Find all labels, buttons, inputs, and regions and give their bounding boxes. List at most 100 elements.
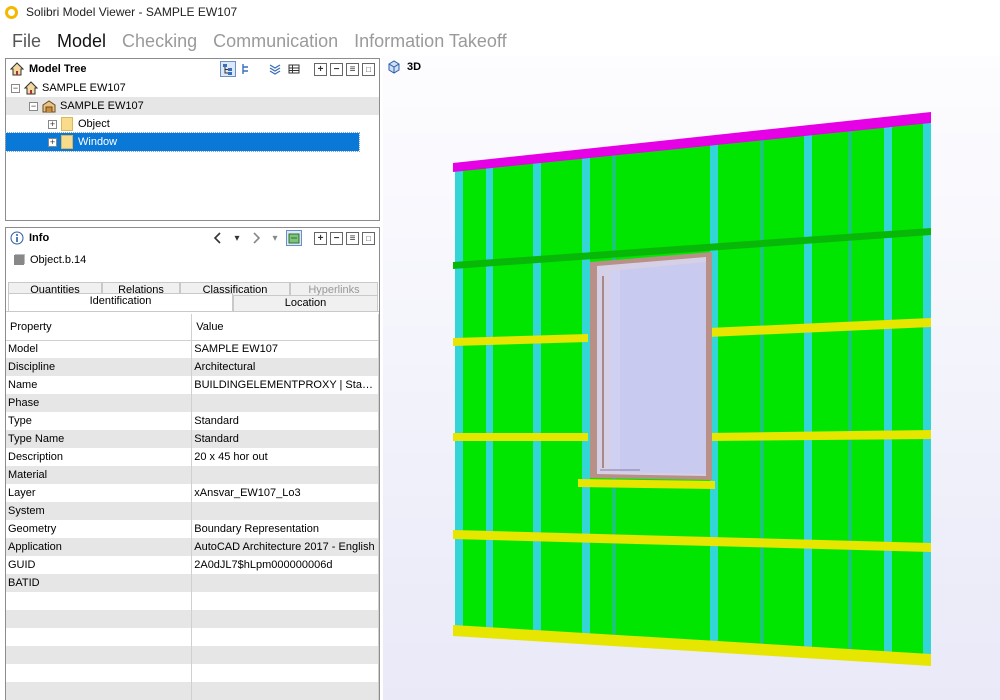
sort-icon[interactable] [239, 61, 255, 77]
menu-bar: File Model Checking Communication Inform… [0, 26, 1000, 56]
property-name: BATID [6, 574, 193, 592]
property-name: Material [6, 466, 193, 484]
property-row[interactable]: Description 20 x 45 hor out [6, 448, 379, 466]
property-row[interactable]: Name BUILDINGELEMENTPROXY | Standa... [6, 376, 379, 394]
property-row[interactable]: Discipline Architectural [6, 358, 379, 376]
empty-cell [6, 664, 193, 682]
menu-model[interactable]: Model [57, 31, 106, 52]
expand-all-icon[interactable]: + [314, 62, 327, 76]
back-icon[interactable] [210, 230, 226, 246]
filter-icon[interactable] [267, 61, 283, 77]
property-name: Application [6, 538, 193, 556]
collapse-icon[interactable]: − [29, 101, 38, 111]
property-row[interactable]: Type Name Standard [6, 430, 379, 448]
property-value: 2A0dJL7$hLpm000000006d [191, 556, 379, 574]
forward-icon[interactable] [248, 230, 264, 246]
empty-cell [191, 628, 379, 646]
menu-information-takeoff[interactable]: Information Takeoff [354, 31, 506, 52]
tree-row-window[interactable]: + Window [5, 132, 360, 152]
empty-cell [6, 682, 193, 700]
column-header-property[interactable]: Property [6, 314, 193, 341]
3d-view-panel[interactable]: 3D [383, 56, 1000, 700]
tab-location[interactable]: Location [233, 295, 378, 311]
property-value [191, 574, 379, 592]
column-header-value[interactable]: Value [191, 314, 379, 341]
empty-row [6, 664, 379, 682]
folder-icon [61, 135, 73, 149]
list-menu-icon[interactable]: ≡ [346, 62, 359, 76]
empty-cell [6, 592, 193, 610]
property-name: Name [6, 376, 193, 394]
maximize-icon[interactable]: □ [362, 231, 375, 245]
empty-row [6, 646, 379, 664]
model-tree-toolbar: + − ≡ □ [220, 61, 375, 77]
property-row[interactable]: Phase [6, 394, 379, 412]
property-name: Model [6, 340, 193, 358]
hierarchy-view-icon[interactable] [220, 61, 236, 77]
building-model-icon [42, 99, 56, 113]
property-name: Geometry [6, 520, 193, 538]
house-icon [23, 81, 39, 95]
empty-row [6, 610, 379, 628]
forward-dropdown-icon[interactable]: ▾ [267, 230, 283, 246]
property-row[interactable]: Material [6, 466, 379, 484]
wall-model-render[interactable] [383, 56, 1000, 700]
property-row[interactable]: Model SAMPLE EW107 [6, 340, 379, 358]
property-value: AutoCAD Architecture 2017 - English [191, 538, 379, 556]
expand-all-icon[interactable]: + [314, 231, 327, 245]
property-row[interactable]: System [6, 502, 379, 520]
tree-label: Window [78, 136, 118, 148]
collapse-icon[interactable]: − [11, 83, 20, 93]
info-panel: Info ▾ ▾ + − ≡ □ Object.b.14 Quantities … [5, 227, 380, 700]
property-row[interactable]: GUID 2A0dJL7$hLpm000000006d [6, 556, 379, 574]
tree-row-root[interactable]: − SAMPLE EW107 [6, 79, 379, 97]
collapse-all-icon[interactable]: − [330, 62, 343, 76]
property-row[interactable]: Type Standard [6, 412, 379, 430]
empty-row [6, 592, 379, 610]
property-name: GUID [6, 556, 193, 574]
property-name: Discipline [6, 358, 193, 376]
tree-row-model[interactable]: − SAMPLE EW107 [6, 97, 379, 115]
object-name: Object.b.14 [30, 254, 87, 266]
empty-cell [6, 610, 193, 628]
property-row[interactable]: Geometry Boundary Representation [6, 520, 379, 538]
property-value: 20 x 45 hor out [191, 448, 379, 466]
property-value: BUILDINGELEMENTPROXY | Standa... [191, 376, 379, 394]
property-name: Phase [6, 394, 193, 412]
menu-file[interactable]: File [12, 31, 41, 52]
property-value [191, 502, 379, 520]
house-icon [10, 62, 24, 76]
tab-identification[interactable]: Identification [8, 293, 233, 311]
table-icon[interactable] [286, 61, 302, 77]
window-title: Solibri Model Viewer - SAMPLE EW107 [26, 5, 238, 19]
collapse-all-icon[interactable]: − [330, 231, 343, 245]
info-toolbar: ▾ ▾ + − ≡ □ [210, 230, 375, 246]
property-value [191, 394, 379, 412]
tree-label: Object [78, 118, 110, 130]
property-name: Description [6, 448, 193, 466]
tree-row-object[interactable]: + Object [6, 115, 379, 133]
empty-cell [191, 610, 379, 628]
property-row[interactable]: Application AutoCAD Architecture 2017 - E… [6, 538, 379, 556]
pin-selection-icon[interactable] [286, 230, 302, 246]
property-value: Standard [191, 430, 379, 448]
property-value: xAnsvar_EW107_Lo3 [191, 484, 379, 502]
empty-cell [191, 682, 379, 700]
expand-icon[interactable]: + [48, 137, 57, 147]
property-row[interactable]: Layer xAnsvar_EW107_Lo3 [6, 484, 379, 502]
property-value: Architectural [191, 358, 379, 376]
empty-cell [6, 646, 193, 664]
menu-communication[interactable]: Communication [213, 31, 338, 52]
list-menu-icon[interactable]: ≡ [346, 231, 359, 245]
property-table-body: Model SAMPLE EW107 Discipline Architectural… [6, 340, 379, 700]
property-table-header: Property Value [6, 314, 379, 341]
tabs-row-2: Identification Location [6, 293, 379, 312]
wall-edge [923, 117, 931, 662]
back-dropdown-icon[interactable]: ▾ [229, 230, 245, 246]
menu-checking[interactable]: Checking [122, 31, 197, 52]
maximize-icon[interactable]: □ [362, 62, 375, 76]
empty-cell [191, 592, 379, 610]
empty-cell [191, 664, 379, 682]
expand-icon[interactable]: + [48, 119, 57, 129]
property-row[interactable]: BATID [6, 574, 379, 592]
